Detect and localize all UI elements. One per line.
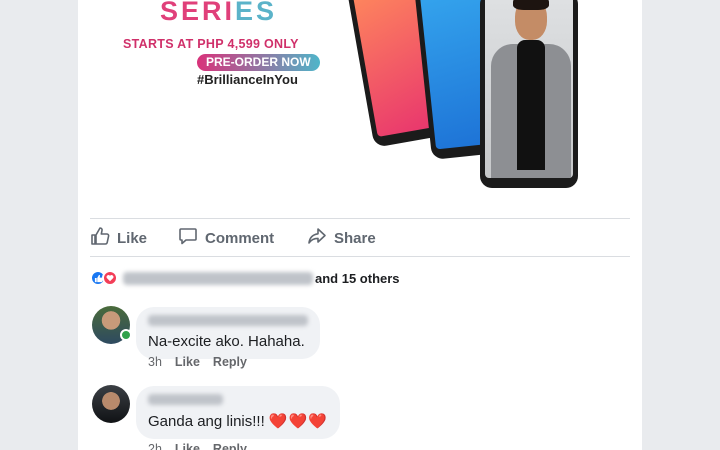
series-title: SERIES bbox=[160, 0, 278, 26]
comment-meta: 3h Like Reply bbox=[148, 355, 247, 369]
comment-text: Na-excite ako. Hahaha. bbox=[148, 333, 305, 350]
comment-text: Ganda ang linis!!! ❤️❤️❤️ bbox=[148, 413, 328, 430]
hashtag-text: #BrillianceInYou bbox=[197, 72, 298, 87]
comment-bubble: Ganda ang linis!!! ❤️❤️❤️ bbox=[136, 386, 340, 439]
post-card: SERIES STARTS AT PHP 4,599 ONLY PRE-ORDE… bbox=[78, 0, 642, 450]
heart-emoji: ❤️❤️❤️ bbox=[268, 413, 328, 430]
love-reaction-icon bbox=[102, 270, 118, 286]
comment-meta: 2h Like Reply bbox=[148, 442, 247, 450]
comment-button[interactable]: Comment bbox=[178, 227, 274, 249]
share-label: Share bbox=[334, 229, 376, 247]
preorder-badge: PRE-ORDER NOW bbox=[197, 54, 320, 71]
blurred-commenter-name[interactable] bbox=[148, 394, 223, 405]
blurred-reactor-names bbox=[123, 271, 313, 285]
avatar[interactable] bbox=[92, 385, 130, 423]
comment-like-link[interactable]: Like bbox=[175, 355, 200, 369]
comment-reply-link[interactable]: Reply bbox=[213, 355, 247, 369]
share-arrow-icon bbox=[307, 226, 327, 250]
like-button[interactable]: Like bbox=[90, 227, 147, 249]
comment-reply-link[interactable]: Reply bbox=[213, 442, 247, 450]
comment-time: 3h bbox=[148, 355, 162, 369]
comment-bubble: Na-excite ako. Hahaha. bbox=[136, 307, 320, 359]
thumbs-up-icon bbox=[90, 226, 110, 250]
blurred-commenter-name[interactable] bbox=[148, 315, 308, 326]
comment-like-link[interactable]: Like bbox=[175, 442, 200, 450]
share-button[interactable]: Share bbox=[307, 227, 376, 249]
comment-icon bbox=[178, 226, 198, 250]
comment-label: Comment bbox=[205, 229, 275, 247]
reaction-others-text: and 15 others bbox=[315, 270, 400, 286]
online-status-dot bbox=[120, 329, 132, 341]
comment-time: 2h bbox=[148, 442, 162, 450]
action-bar: Like Comment Share bbox=[78, 220, 642, 256]
divider bbox=[90, 256, 630, 257]
phone-image-endorser bbox=[480, 0, 578, 188]
price-text: STARTS AT PHP 4,599 ONLY bbox=[123, 37, 299, 51]
reaction-summary[interactable]: and 15 others bbox=[90, 269, 400, 287]
divider bbox=[90, 218, 630, 219]
like-label: Like bbox=[117, 229, 148, 247]
ad-banner[interactable]: SERIES STARTS AT PHP 4,599 ONLY PRE-ORDE… bbox=[78, 0, 642, 207]
